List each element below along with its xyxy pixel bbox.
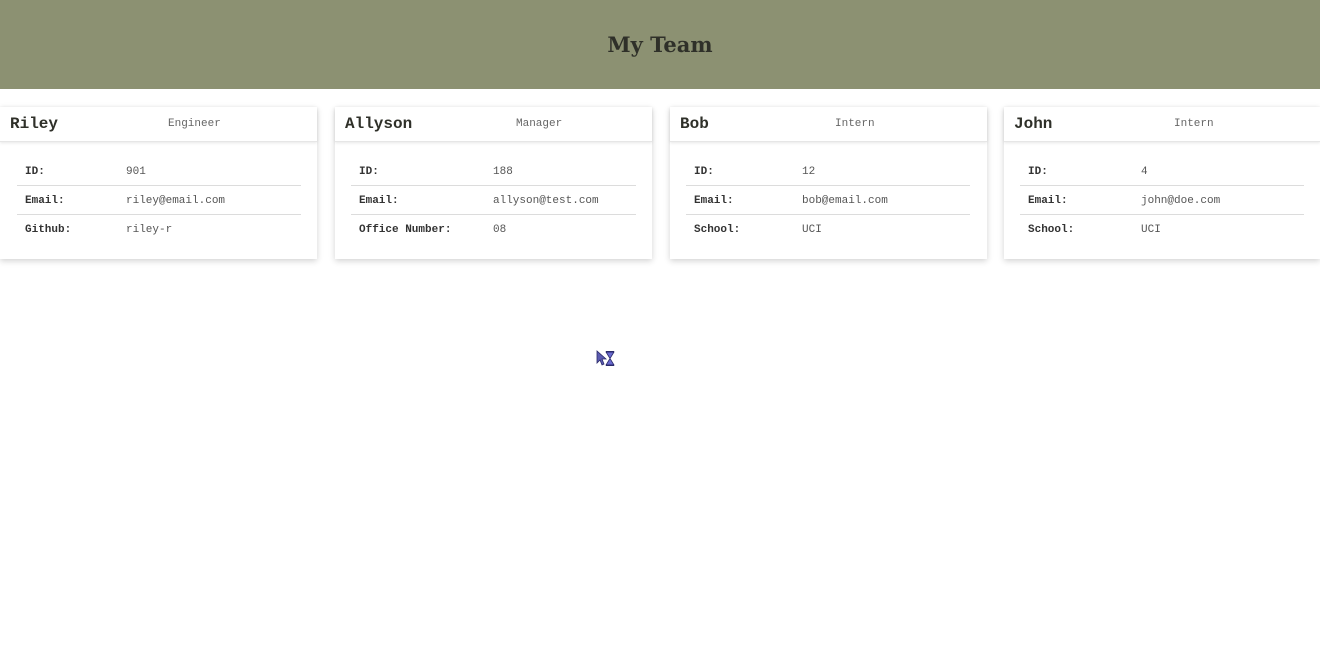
card-header: Allyson Manager [335, 107, 652, 142]
detail-row-id: ID: 12 [686, 157, 970, 186]
employee-role: Intern [1174, 118, 1214, 130]
email-link[interactable]: john@doe.com [1141, 195, 1220, 207]
employee-name: Allyson [345, 115, 413, 133]
employee-role: Manager [516, 118, 563, 130]
page-title: My Team [607, 32, 713, 57]
card-header: Riley Engineer [0, 107, 317, 142]
employee-name: John [1014, 115, 1053, 133]
detail-label: Email: [25, 195, 65, 207]
detail-value: 4 [1141, 166, 1148, 178]
card-header: Bob Intern [670, 107, 987, 142]
detail-label: Email: [694, 195, 734, 207]
detail-value: 901 [126, 166, 146, 178]
detail-label: ID: [25, 166, 45, 178]
email-link[interactable]: bob@email.com [802, 195, 888, 207]
detail-row-office-number: Office Number: 08 [351, 215, 636, 243]
detail-value: UCI [1141, 224, 1161, 236]
detail-label: ID: [1028, 166, 1048, 178]
employee-name: Riley [10, 115, 59, 133]
detail-value: 188 [493, 166, 513, 178]
employee-details: ID: 4 Email: john@doe.com School: UCI [1020, 157, 1304, 243]
github-link[interactable]: riley-r [126, 224, 172, 236]
detail-label: ID: [359, 166, 379, 178]
email-link[interactable]: riley@email.com [126, 195, 225, 207]
email-link[interactable]: allyson@test.com [493, 195, 599, 207]
detail-row-email: Email: bob@email.com [686, 186, 970, 215]
detail-row-email: Email: riley@email.com [17, 186, 301, 215]
employee-details: ID: 901 Email: riley@email.com Github: r… [17, 157, 301, 243]
page-header: My Team [0, 0, 1320, 89]
detail-row-email: Email: john@doe.com [1020, 186, 1304, 215]
employee-card: Riley Engineer ID: 901 Email: riley@emai… [0, 107, 317, 259]
detail-label: School: [1028, 224, 1075, 236]
detail-row-github: Github: riley-r [17, 215, 301, 243]
detail-value: 12 [802, 166, 816, 178]
detail-label: ID: [694, 166, 714, 178]
detail-label: Github: [25, 224, 72, 236]
team-cards: Riley Engineer ID: 901 Email: riley@emai… [0, 107, 1320, 262]
detail-label: Email: [359, 195, 399, 207]
employee-details: ID: 12 Email: bob@email.com School: UCI [686, 157, 970, 243]
detail-row-email: Email: allyson@test.com [351, 186, 636, 215]
detail-value: 08 [493, 224, 507, 236]
employee-card: John Intern ID: 4 Email: john@doe.com Sc… [1004, 107, 1320, 259]
detail-label: Email: [1028, 195, 1068, 207]
detail-value: UCI [802, 224, 822, 236]
detail-row-school: School: UCI [1020, 215, 1304, 243]
card-header: John Intern [1004, 107, 1320, 142]
employee-card: Bob Intern ID: 12 Email: bob@email.com S… [670, 107, 987, 259]
busy-arrow-cursor-icon [596, 350, 616, 367]
detail-row-id: ID: 188 [351, 157, 636, 186]
detail-label: School: [694, 224, 741, 236]
detail-label: Office Number: [359, 224, 452, 236]
detail-row-id: ID: 4 [1020, 157, 1304, 186]
employee-role: Intern [835, 118, 875, 130]
employee-role: Engineer [168, 118, 221, 130]
employee-card: Allyson Manager ID: 188 Email: allyson@t… [335, 107, 652, 259]
detail-row-id: ID: 901 [17, 157, 301, 186]
employee-details: ID: 188 Email: allyson@test.com Office N… [351, 157, 636, 243]
employee-name: Bob [680, 115, 709, 133]
detail-row-school: School: UCI [686, 215, 970, 243]
